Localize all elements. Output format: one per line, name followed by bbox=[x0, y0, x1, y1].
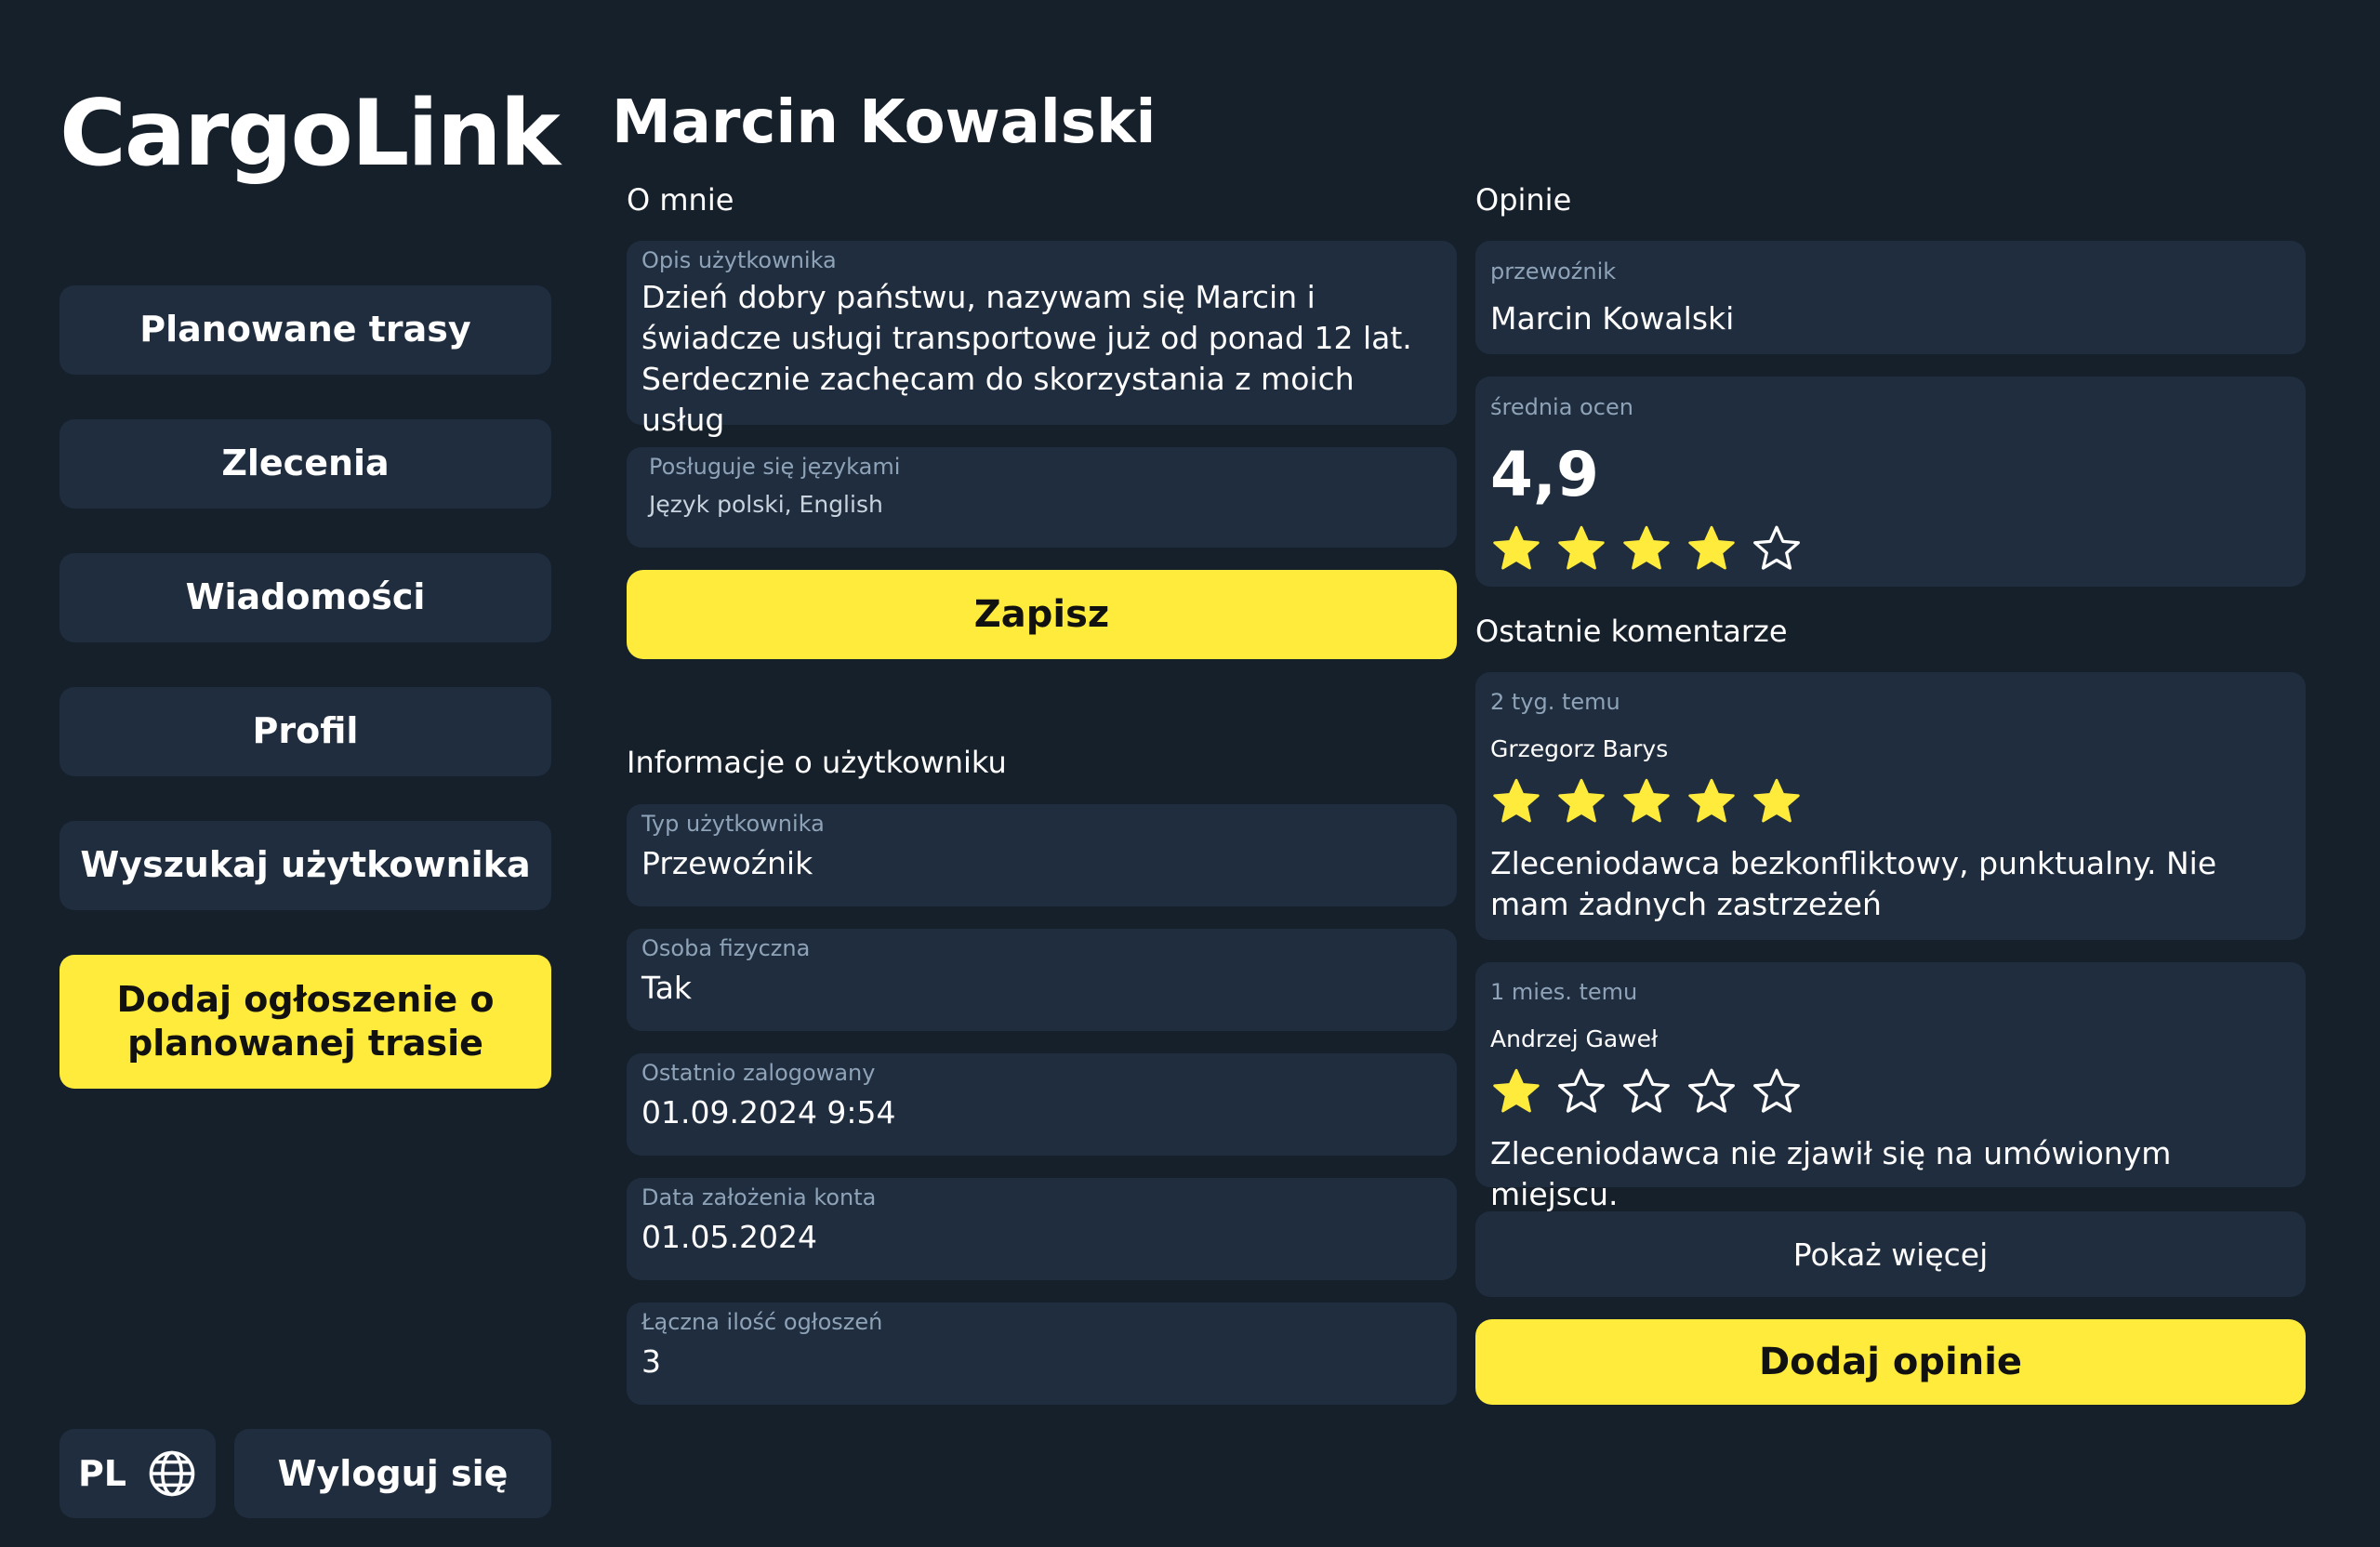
star-empty-icon bbox=[1558, 1068, 1605, 1113]
info-caption: Typ użytkownika bbox=[641, 811, 825, 837]
star-filled-icon bbox=[1688, 778, 1735, 823]
info-caption: Osoba fizyczna bbox=[641, 935, 811, 961]
info-field-listings-count: Łączna ilość ogłoszeń 3 bbox=[627, 1302, 1457, 1405]
info-value: 3 bbox=[641, 1343, 661, 1380]
average-value: 4,9 bbox=[1490, 439, 1599, 510]
page-title: Marcin Kowalski bbox=[612, 88, 1157, 157]
star-filled-icon bbox=[1623, 778, 1670, 823]
language-label: PL bbox=[77, 1453, 127, 1494]
star-empty-icon bbox=[1688, 1068, 1735, 1113]
comment-stars bbox=[1490, 1066, 1803, 1118]
comment-author: Andrzej Gaweł bbox=[1490, 1025, 1659, 1052]
comment-time: 2 tyg. temu bbox=[1490, 689, 1620, 715]
info-field-natural-person: Osoba fizyczna Tak bbox=[627, 929, 1457, 1031]
star-filled-icon bbox=[1753, 778, 1800, 823]
average-stars bbox=[1490, 523, 1803, 575]
description-field[interactable]: Opis użytkownika Dzień dobry państwu, na… bbox=[627, 241, 1457, 438]
language-switcher[interactable]: PL bbox=[60, 1429, 216, 1518]
info-field-user-type: Typ użytkownika Przewoźnik bbox=[627, 804, 1457, 906]
carrier-name: Marcin Kowalski bbox=[1490, 300, 1735, 337]
recent-comments-label: Ostatnie komentarze bbox=[1475, 614, 1788, 649]
info-caption: Ostatnio zalogowany bbox=[641, 1060, 876, 1086]
star-empty-icon bbox=[1753, 525, 1800, 570]
star-filled-icon bbox=[1558, 525, 1605, 570]
star-filled-icon bbox=[1493, 778, 1540, 823]
comment-card: 1 mies. temu Andrzej Gaweł Zleceniodawca… bbox=[1475, 962, 2306, 1212]
comment-text: Zleceniodawca nie zjawił się na umówiony… bbox=[1490, 1135, 2172, 1212]
nav-search-user[interactable]: Wyszukaj użytkownika bbox=[60, 821, 551, 910]
languages-caption: Posługuje się językami bbox=[649, 454, 901, 480]
add-review-button[interactable]: Dodaj opinie bbox=[1475, 1319, 2306, 1405]
description-text: Dzień dobry państwu, nazywam się Marcin … bbox=[641, 279, 1412, 438]
globe-icon bbox=[149, 1450, 195, 1497]
languages-field[interactable]: Posługuje się językami Język polski, Eng… bbox=[627, 447, 1457, 548]
logout-button[interactable]: Wyloguj się bbox=[234, 1429, 551, 1518]
nav-orders[interactable]: Zlecenia bbox=[60, 419, 551, 509]
info-value: Przewoźnik bbox=[641, 845, 813, 881]
comment-time: 1 mies. temu bbox=[1490, 979, 1638, 1005]
carrier-caption: przewoźnik bbox=[1490, 258, 1617, 284]
info-caption: Data założenia konta bbox=[641, 1184, 877, 1210]
star-filled-icon bbox=[1623, 525, 1670, 570]
description-caption: Opis użytkownika bbox=[641, 247, 837, 273]
info-value: 01.09.2024 9:54 bbox=[641, 1094, 896, 1130]
comment-author: Grzegorz Barys bbox=[1490, 735, 1669, 762]
carrier-card: przewoźnik Marcin Kowalski bbox=[1475, 241, 2306, 354]
info-caption: Łączna ilość ogłoszeń bbox=[641, 1309, 883, 1335]
add-route-listing-button[interactable]: Dodaj ogłoszenie o planowanej trasie bbox=[60, 955, 551, 1089]
star-empty-icon bbox=[1623, 1068, 1670, 1113]
show-more-button[interactable]: Pokaż więcej bbox=[1475, 1211, 2306, 1297]
star-filled-icon bbox=[1493, 1068, 1540, 1113]
nav-profile[interactable]: Profil bbox=[60, 687, 551, 776]
average-rating-card: średnia ocen 4,9 bbox=[1475, 377, 2306, 587]
star-filled-icon bbox=[1493, 525, 1540, 570]
comment-text: Zleceniodawca bezkonfliktowy, punktualny… bbox=[1490, 845, 2217, 922]
star-filled-icon bbox=[1688, 525, 1735, 570]
star-filled-icon bbox=[1558, 778, 1605, 823]
save-button[interactable]: Zapisz bbox=[627, 570, 1457, 659]
about-section-label: O mnie bbox=[627, 182, 734, 218]
reviews-section-label: Opinie bbox=[1475, 182, 1572, 218]
info-value: 01.05.2024 bbox=[641, 1219, 817, 1255]
comment-card: 2 tyg. temu Grzegorz Barys Zleceniodawca… bbox=[1475, 672, 2306, 940]
app-logo: CargoLink bbox=[60, 81, 561, 187]
info-field-last-login: Ostatnio zalogowany 01.09.2024 9:54 bbox=[627, 1053, 1457, 1156]
nav-messages[interactable]: Wiadomości bbox=[60, 553, 551, 642]
user-info-section-label: Informacje o użytkowniku bbox=[627, 745, 1007, 780]
nav-planned-routes[interactable]: Planowane trasy bbox=[60, 285, 551, 375]
star-empty-icon bbox=[1753, 1068, 1800, 1113]
languages-value: Język polski, English bbox=[649, 491, 883, 518]
comment-stars bbox=[1490, 776, 1803, 828]
info-value: Tak bbox=[641, 970, 693, 1006]
info-field-account-created: Data założenia konta 01.05.2024 bbox=[627, 1178, 1457, 1280]
average-caption: średnia ocen bbox=[1490, 394, 1633, 420]
